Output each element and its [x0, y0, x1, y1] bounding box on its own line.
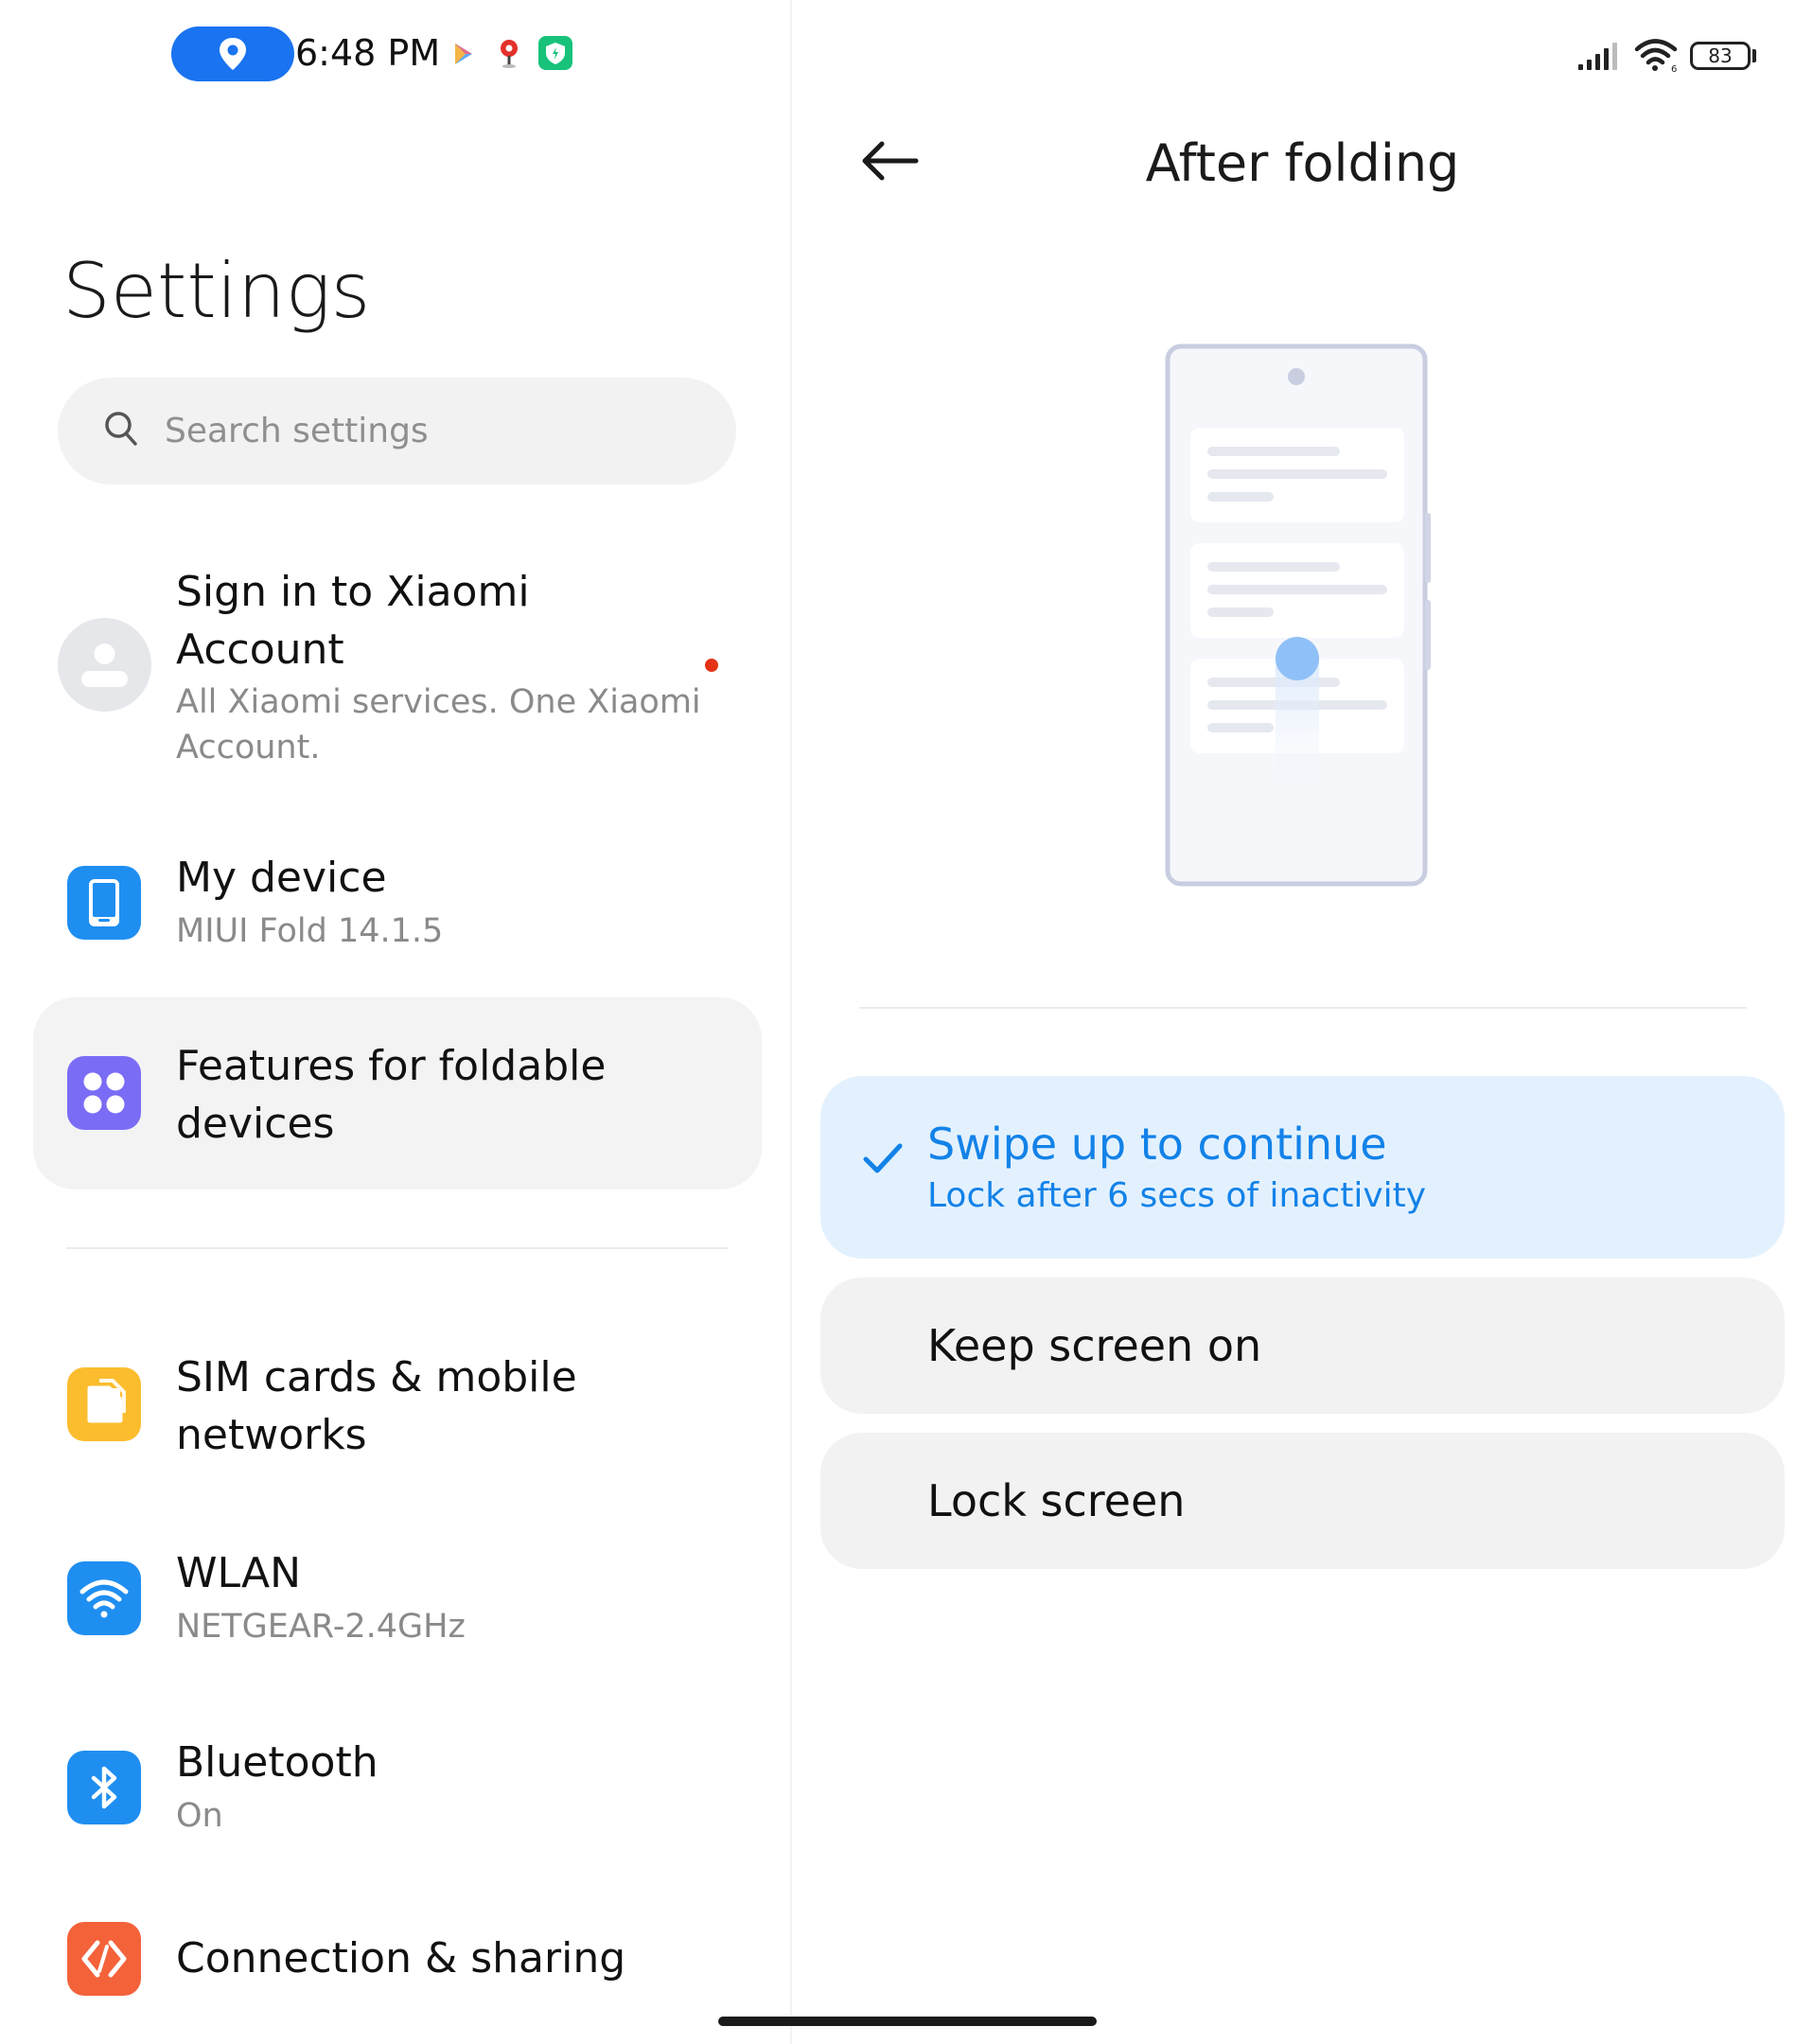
battery-level: 83	[1708, 44, 1733, 67]
account-title-line2: Account	[176, 626, 344, 674]
sim-cards-title-line2: networks	[176, 1411, 367, 1459]
features-foldable-content: Features for foldable devices	[33, 997, 762, 1189]
home-indicator[interactable]	[718, 2017, 1097, 2026]
check-icon	[863, 1143, 903, 1173]
status-time: 6:48 PM	[295, 32, 441, 74]
wifi-status-icon: 6	[1634, 39, 1677, 74]
option-swipe-up[interactable]: Swipe up to continue Lock after 6 secs o…	[820, 1076, 1785, 1259]
map-pin-icon	[501, 40, 518, 68]
option-swipe-up-title: Swipe up to continue	[927, 1119, 1387, 1170]
account-title-line1: Sign in to Xiaomi	[176, 568, 530, 616]
location-indicator[interactable]	[171, 26, 294, 81]
page-title: Settings	[62, 247, 371, 335]
security-shield-icon	[538, 36, 572, 70]
share-icon	[67, 1922, 141, 1996]
bluetooth-subtitle: On	[176, 1797, 223, 1835]
signal-icon	[1578, 43, 1617, 70]
my-device-title: My device	[176, 854, 387, 902]
avatar	[58, 618, 151, 712]
sim-cards-item[interactable]: SIM cards & mobile networks	[33, 1344, 762, 1476]
sim-cards-title-line1: SIM cards & mobile	[176, 1353, 577, 1401]
fold-phone-illustration	[1165, 344, 1431, 887]
wlan-item[interactable]: WLAN NETGEAR-2.4GHz	[33, 1538, 762, 1670]
my-device-item[interactable]: My device MIUI Fold 14.1.5	[33, 842, 762, 975]
play-store-icon	[455, 44, 472, 64]
battery-icon: 83	[1690, 42, 1751, 70]
connection-sharing-item[interactable]: Connection & sharing	[33, 1921, 762, 2035]
option-lock-screen-title: Lock screen	[927, 1475, 1186, 1526]
features-title-line2: devices	[176, 1100, 335, 1148]
search-icon	[105, 412, 137, 446]
bluetooth-item[interactable]: Bluetooth On	[33, 1727, 762, 1859]
after-folding-title: After folding	[1145, 133, 1460, 193]
user-icon	[81, 643, 128, 687]
search-bar[interactable]: Search settings	[58, 378, 736, 485]
account-subtitle-line2: Account.	[176, 729, 321, 766]
phone-icon	[67, 866, 141, 940]
grid-icon	[67, 1056, 141, 1130]
options-divider	[859, 1007, 1747, 1009]
option-swipe-up-subtitle: Lock after 6 secs of inactivity	[927, 1176, 1427, 1215]
account-subtitle-line1: All Xiaomi services. One Xiaomi	[176, 683, 701, 721]
sign-in-account-item[interactable]: Sign in to Xiaomi Account All Xiaomi ser…	[33, 558, 762, 776]
battery-tip	[1752, 49, 1756, 62]
settings-pane: 6:48 PM Settings Search settings Sign in	[0, 0, 790, 2044]
connection-sharing-title: Connection & sharing	[176, 1934, 626, 1982]
bluetooth-icon	[67, 1751, 141, 1824]
svg-text:6: 6	[1671, 64, 1677, 74]
wlan-subtitle: NETGEAR-2.4GHz	[176, 1608, 466, 1646]
my-device-subtitle: MIUI Fold 14.1.5	[176, 912, 444, 950]
location-icon	[220, 38, 246, 70]
option-keep-screen-on[interactable]: Keep screen on	[820, 1278, 1785, 1414]
wifi-icon	[67, 1561, 141, 1635]
option-keep-screen-on-title: Keep screen on	[927, 1320, 1262, 1371]
option-lock-screen[interactable]: Lock screen	[820, 1433, 1785, 1569]
bluetooth-title: Bluetooth	[176, 1738, 378, 1787]
notification-dot	[705, 659, 718, 672]
sim-icon	[67, 1367, 141, 1441]
features-title-line1: Features for foldable	[176, 1042, 607, 1090]
section-divider	[66, 1247, 729, 1249]
search-placeholder: Search settings	[165, 412, 429, 450]
wlan-title: WLAN	[176, 1549, 302, 1597]
after-folding-pane	[792, 0, 1813, 2044]
